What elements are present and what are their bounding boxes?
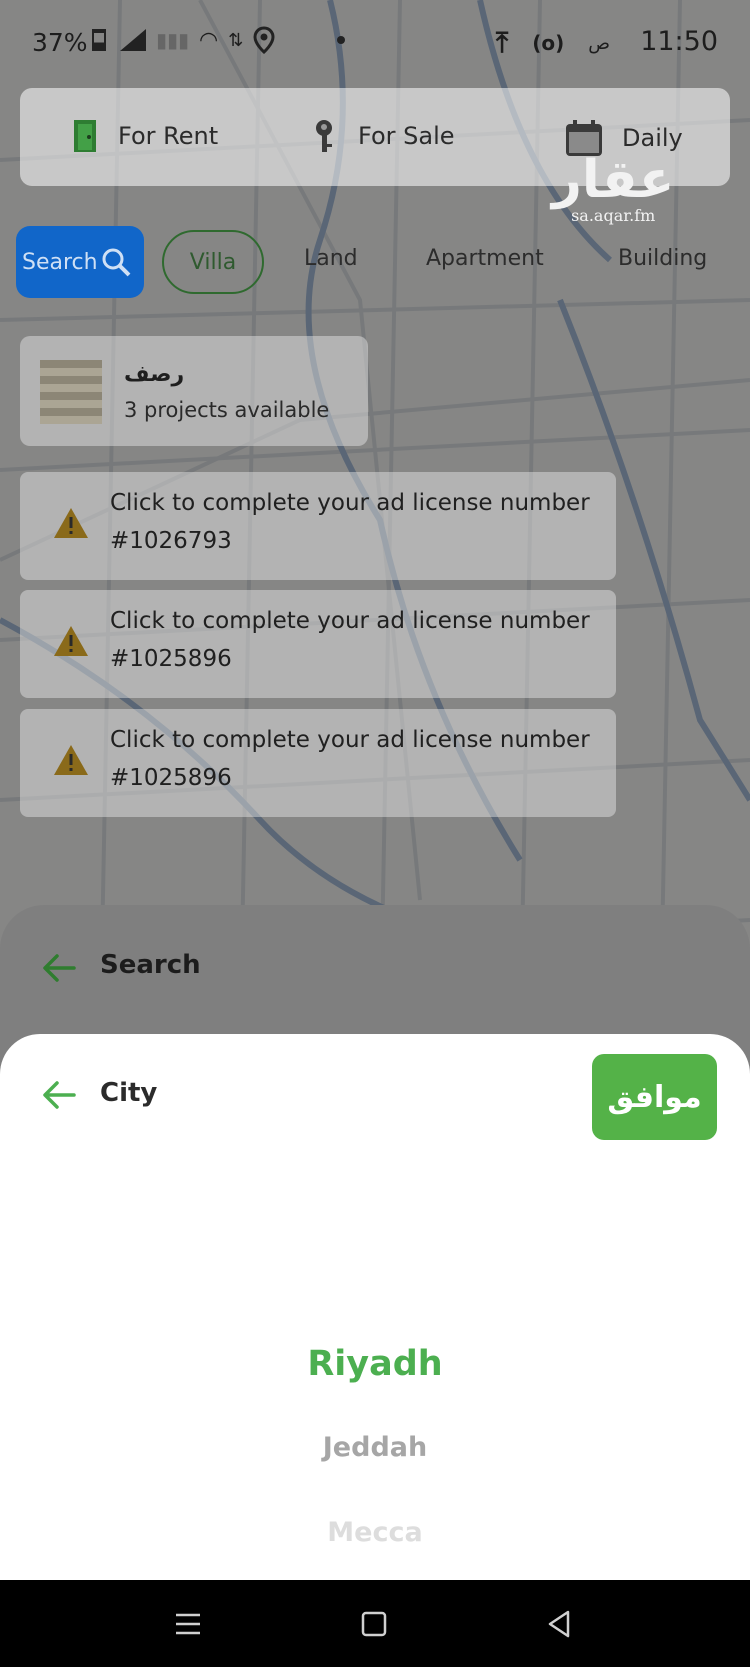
back-arrow-icon[interactable] (42, 1080, 76, 1110)
license-notice[interactable]: Click to complete your ad license number… (20, 472, 616, 580)
battery-percentage: 37% (32, 28, 88, 57)
license-notice-message: Click to complete your ad license number (110, 727, 590, 753)
city-picker-sheet: City موافق Riyadh Jeddah Mecca (0, 1034, 750, 1580)
project-thumbnail (40, 360, 102, 424)
time-period: ص (588, 32, 610, 54)
key-icon (316, 120, 332, 152)
chip-villa[interactable]: Villa (162, 230, 264, 294)
back-arrow-icon[interactable] (42, 953, 76, 983)
tab-for-sale-label: For Sale (358, 122, 455, 150)
project-card[interactable]: رصف 3 projects available (20, 336, 368, 446)
status-bar: 37% ▮▮▮ ◠ ⇅ ⤒ (o) ص 11:50 (0, 18, 750, 68)
city-option-selected[interactable]: Riyadh (0, 1344, 750, 1384)
search-sheet-title: Search (100, 950, 201, 980)
location-pin-icon (253, 26, 275, 54)
category-chips: Search Villa Land Apartment Building (16, 226, 750, 300)
battery-icon (92, 29, 106, 51)
search-button-label: Search (22, 249, 98, 275)
license-notice[interactable]: Click to complete your ad license number… (20, 709, 616, 817)
city-option[interactable]: Mecca (0, 1517, 750, 1548)
city-option[interactable]: Jeddah (0, 1432, 750, 1463)
license-notice[interactable]: Click to complete your ad license number… (20, 590, 616, 698)
aqar-logo: عقار sa.aqar.fm (552, 150, 674, 225)
license-notice-number: #1026793 (110, 528, 232, 554)
notification-dot-icon (337, 36, 346, 44)
confirm-button[interactable]: موافق (592, 1054, 717, 1140)
chip-building[interactable]: Building (618, 246, 707, 271)
signal-bars-icon: ▮▮▮ (156, 28, 190, 52)
tab-for-sale[interactable]: For Sale (310, 118, 455, 154)
door-icon (74, 120, 96, 152)
license-notice-number: #1025896 (110, 646, 232, 672)
logo-arabic: عقار (552, 150, 675, 210)
tab-for-rent[interactable]: For Rent (70, 118, 218, 154)
system-navigation-bar (0, 1580, 750, 1667)
back-icon[interactable] (544, 1608, 576, 1640)
chip-apartment[interactable]: Apartment (426, 246, 544, 271)
hotspot-icon: (o) (532, 31, 565, 55)
data-arrows-icon: ⇅ (228, 29, 244, 51)
license-notice-message: Click to complete your ad license number (110, 490, 590, 516)
chip-land[interactable]: Land (304, 246, 358, 271)
status-right-icons: ⤒ (o) ص (496, 26, 610, 60)
project-subtitle: 3 projects available (124, 398, 330, 422)
warning-icon (54, 508, 88, 538)
tab-daily-label: Daily (622, 124, 683, 152)
project-name: رصف (124, 362, 185, 387)
tab-for-rent-label: For Rent (118, 122, 219, 150)
menu-icon[interactable] (172, 1608, 204, 1640)
status-icons: ▮▮▮ ◠ ⇅ (92, 26, 346, 54)
wifi-icon: ◠ (199, 27, 219, 53)
signal-icon (120, 29, 146, 51)
search-button[interactable]: Search (16, 226, 144, 298)
warning-icon (54, 745, 88, 775)
search-icon (102, 248, 131, 277)
license-notice-number: #1025896 (110, 765, 232, 791)
warning-icon (54, 626, 88, 656)
home-icon[interactable] (358, 1608, 390, 1640)
license-notice-message: Click to complete your ad license number (110, 608, 590, 634)
clock: 11:50 (640, 26, 718, 57)
city-sheet-title: City (100, 1078, 158, 1108)
upload-icon: ⤒ (495, 26, 509, 59)
